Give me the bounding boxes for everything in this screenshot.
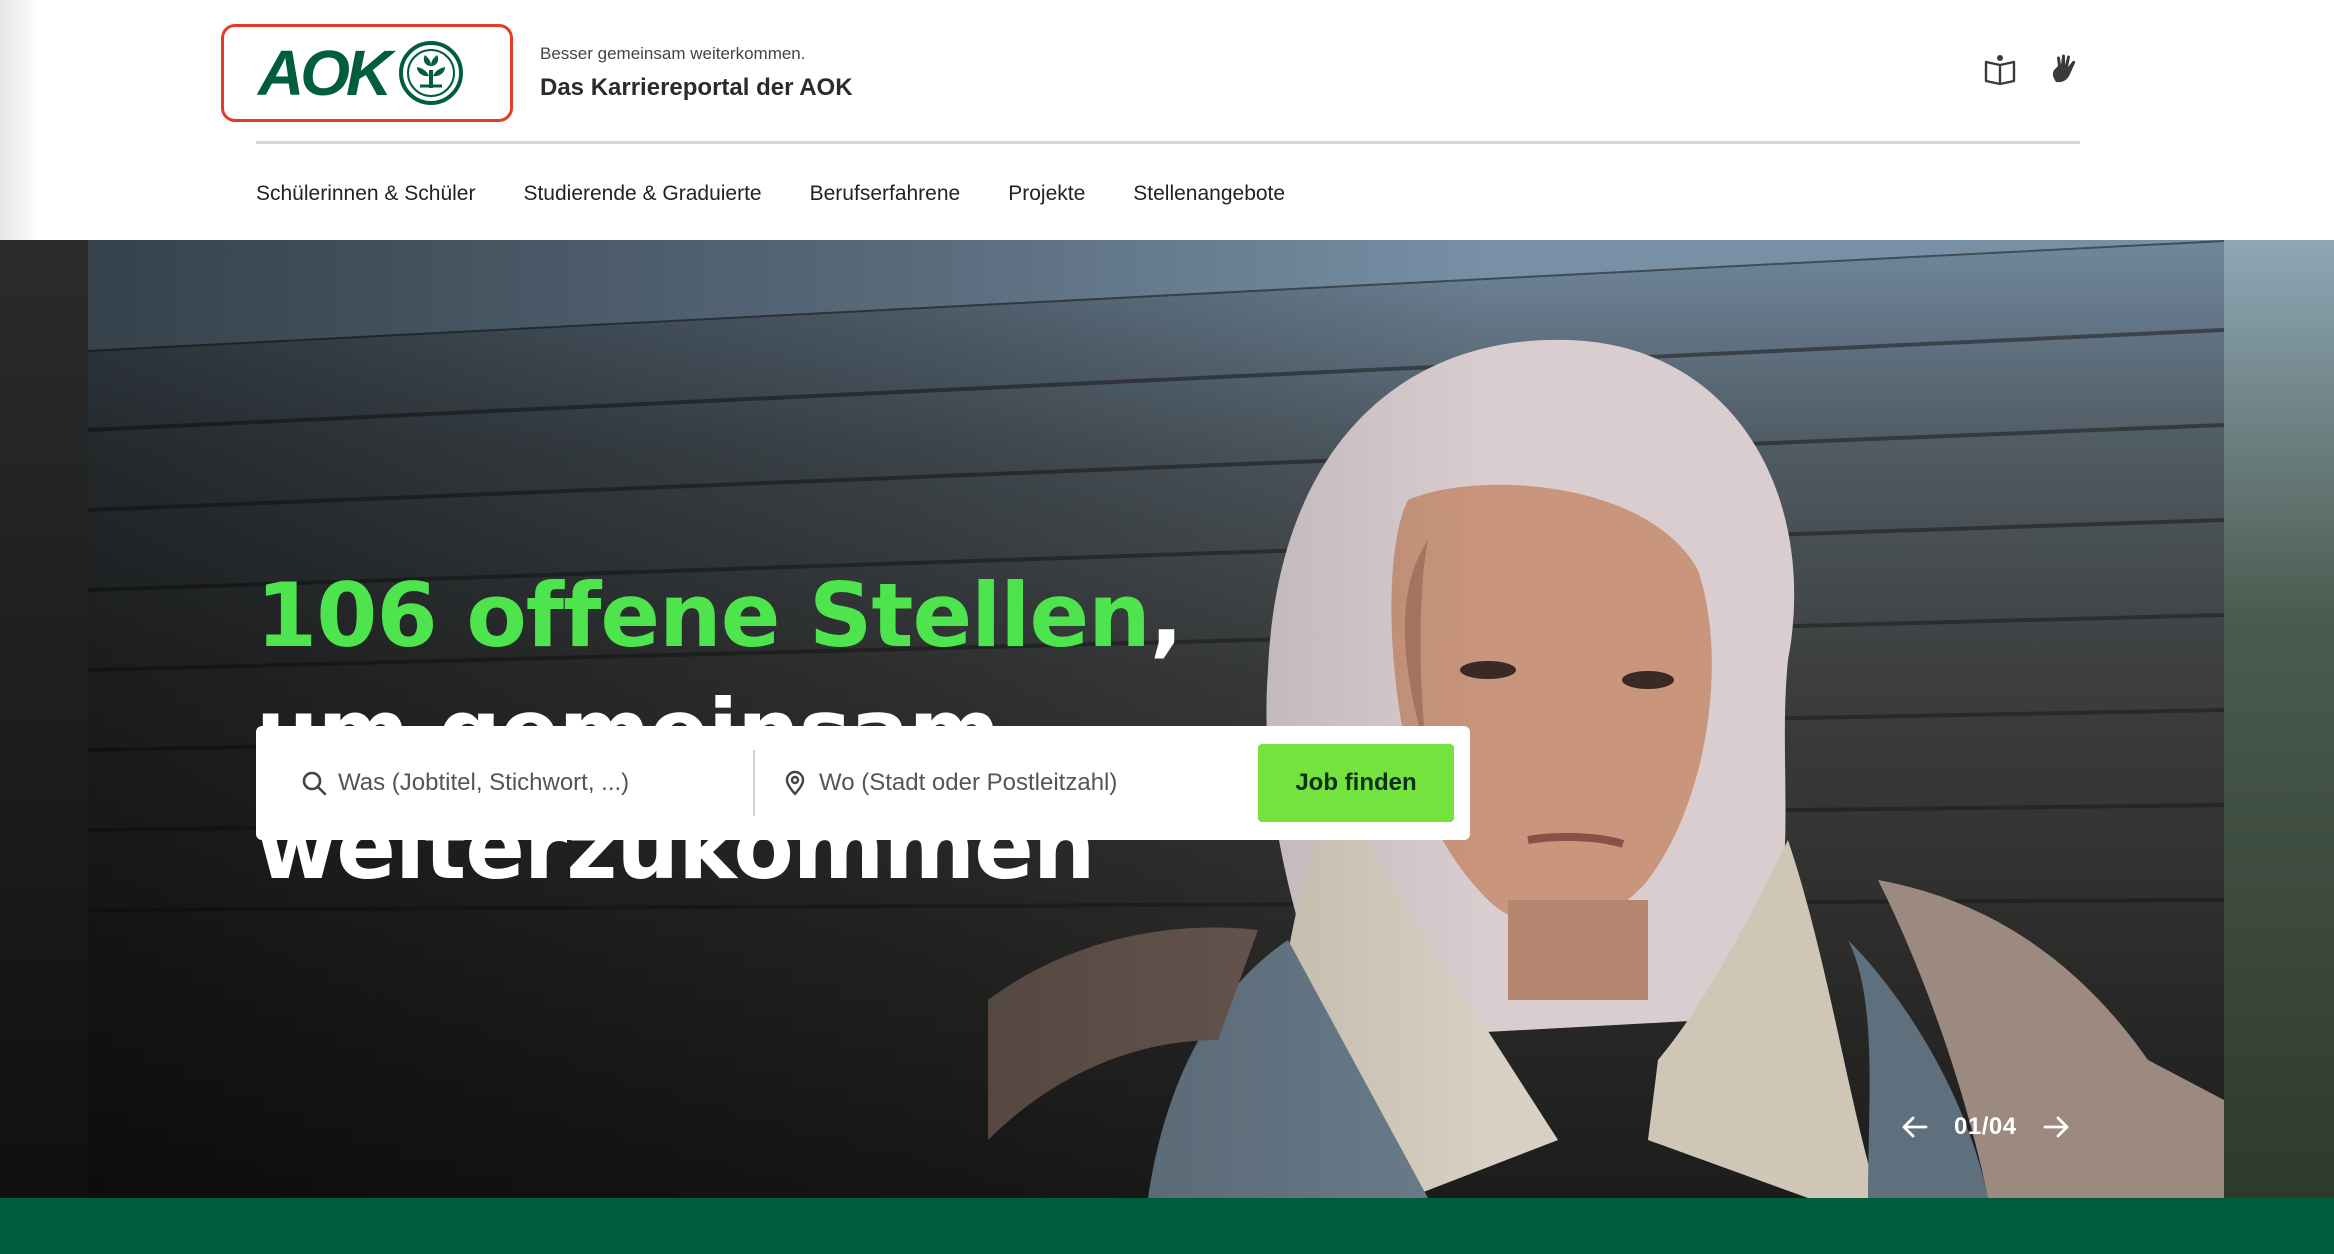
tagline-title: Das Karriereportal der AOK: [540, 74, 853, 101]
header-divider: [256, 141, 2080, 144]
previous-slide-peek: [0, 240, 88, 1198]
what-field[interactable]: Was (Jobtitel, Stichwort, ...): [300, 726, 740, 840]
aok-tree-icon: [399, 41, 464, 105]
nav-item-stellenangebote[interactable]: Stellenangebote: [1133, 176, 1285, 212]
next-slide-peek: [2224, 240, 2334, 1198]
easy-language-icon[interactable]: [1982, 52, 2018, 88]
aok-logo-link[interactable]: AOK: [221, 24, 513, 122]
site-tagline: Besser gemeinsam weiterkommen. Das Karri…: [540, 42, 853, 106]
job-finden-button[interactable]: Job finden: [1258, 744, 1454, 822]
section-band: [0, 1198, 2334, 1254]
where-field[interactable]: Wo (Stadt oder Postleitzahl): [781, 726, 1241, 840]
slide-counter: 01/04: [1954, 1113, 2017, 1140]
location-pin-icon: [785, 770, 805, 796]
nav-item-berufserfahrene[interactable]: Berufserfahrene: [810, 176, 961, 212]
sign-language-icon[interactable]: [2046, 52, 2082, 88]
main-navigation: Schülerinnen & Schüler Studierende & Gra…: [256, 176, 1285, 212]
hero-slider: 106 offene Stellen, um gemeinsam weiterz…: [0, 240, 2334, 1198]
arrow-right-icon[interactable]: [2039, 1110, 2073, 1144]
headline-highlight: 106 offene Stellen: [256, 564, 1151, 667]
site-header: AOK Besser gemeinsam weiterkommen. Das K…: [0, 0, 2334, 240]
slider-pager: 01/04: [1898, 1110, 2073, 1144]
nav-item-schueler[interactable]: Schülerinnen & Schüler: [256, 176, 475, 212]
where-input[interactable]: Wo (Stadt oder Postleitzahl): [819, 769, 1117, 797]
what-input[interactable]: Was (Jobtitel, Stichwort, ...): [338, 769, 629, 797]
tagline-small: Besser gemeinsam weiterkommen.: [540, 44, 806, 63]
search-icon: [302, 771, 327, 796]
logo-wordmark: AOK: [258, 37, 392, 109]
arrow-left-icon[interactable]: [1898, 1110, 1932, 1144]
search-field-divider: [753, 750, 755, 816]
nav-item-projekte[interactable]: Projekte: [1008, 176, 1085, 212]
nav-item-studierende[interactable]: Studierende & Graduierte: [523, 176, 761, 212]
header-edge-shadow: [0, 0, 40, 240]
job-search-form: Was (Jobtitel, Stichwort, ...) Wo (Stadt…: [256, 726, 1470, 840]
